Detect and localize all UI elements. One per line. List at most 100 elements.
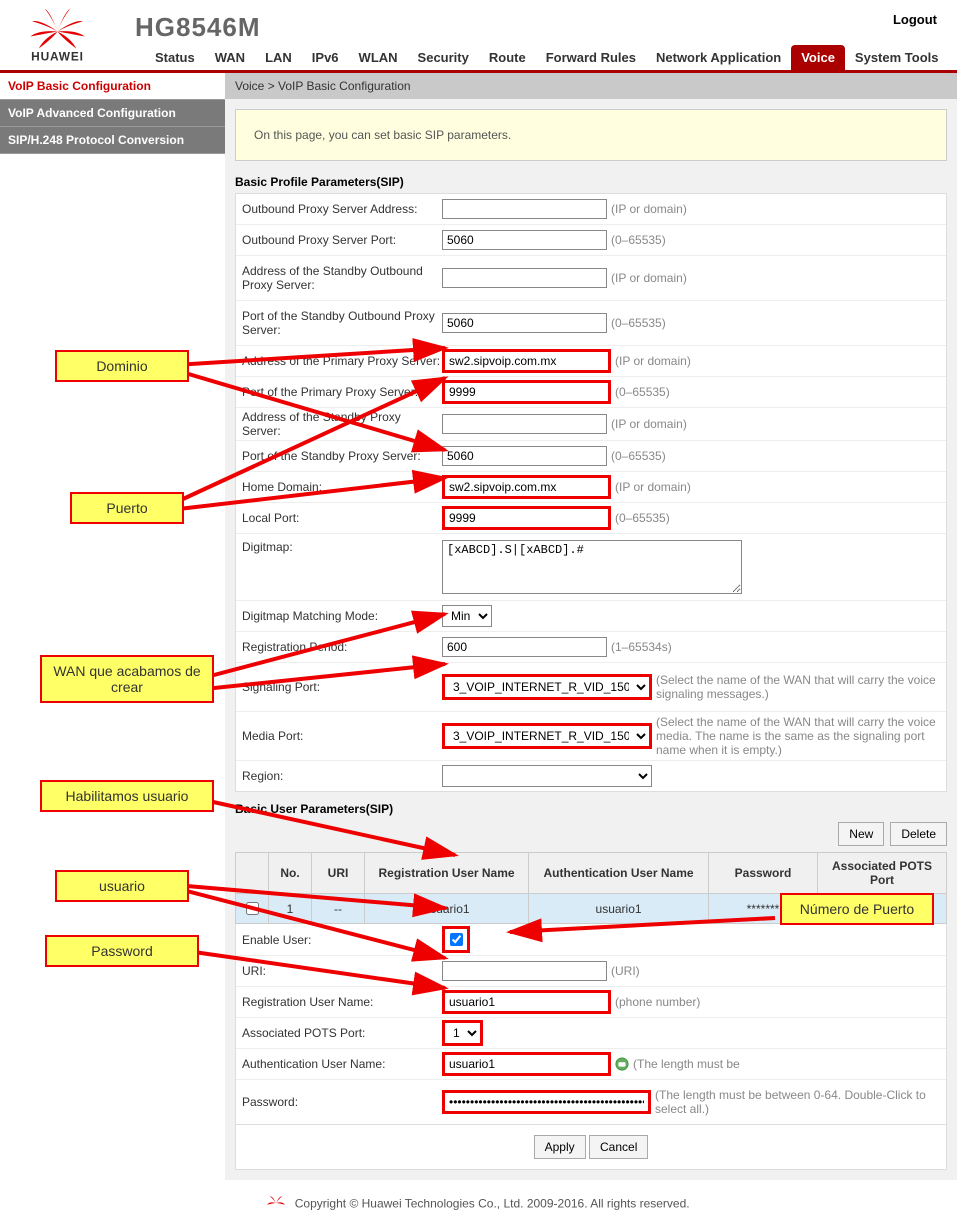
lbl-uri: URI: bbox=[242, 964, 442, 978]
hint-local-port: (0–65535) bbox=[615, 511, 670, 525]
standby-proxy-port-input[interactable] bbox=[442, 446, 607, 466]
home-domain-input[interactable] bbox=[442, 475, 611, 499]
registration-user-name-input[interactable] bbox=[442, 990, 611, 1014]
hint-standby-out-addr: (IP or domain) bbox=[611, 271, 687, 285]
hint-media-port: (Select the name of the WAN that will ca… bbox=[656, 715, 940, 757]
tab-forward-rules[interactable]: Forward Rules bbox=[536, 45, 646, 70]
sidebar-item-voip-advanced[interactable]: VoIP Advanced Configuration bbox=[0, 100, 225, 127]
callout-puerto: Puerto bbox=[70, 492, 184, 524]
hint-primary-port: (0–65535) bbox=[615, 385, 670, 399]
keyboard-icon[interactable] bbox=[615, 1057, 629, 1071]
section-title-profile: Basic Profile Parameters(SIP) bbox=[235, 175, 947, 189]
local-port-input[interactable] bbox=[442, 506, 611, 530]
hint-reg-user: (phone number) bbox=[615, 995, 700, 1009]
brand-text: HUAWEI bbox=[31, 49, 84, 63]
hint-auth-user: (The length must be bbox=[633, 1057, 740, 1071]
delete-button[interactable]: Delete bbox=[890, 822, 947, 846]
cancel-button[interactable]: Cancel bbox=[589, 1135, 648, 1159]
hint-reg-period: (1–65534s) bbox=[611, 640, 672, 654]
signaling-port-select[interactable]: 3_VOIP_INTERNET_R_VID_1503 bbox=[442, 674, 652, 700]
lbl-outbound-port: Outbound Proxy Server Port: bbox=[242, 233, 442, 247]
hint-signaling-port: (Select the name of the WAN that will ca… bbox=[656, 673, 940, 701]
callout-habilitar: Habilitamos usuario bbox=[40, 780, 214, 812]
huawei-logo: HUAWEI bbox=[15, 4, 100, 67]
standby-proxy-address-input[interactable] bbox=[442, 414, 607, 434]
media-port-select[interactable]: 3_VOIP_INTERNET_R_VID_1503 bbox=[442, 723, 652, 749]
tab-wan[interactable]: WAN bbox=[205, 45, 255, 70]
sidebar-item-voip-basic[interactable]: VoIP Basic Configuration bbox=[0, 73, 225, 100]
lbl-standby-out-addr: Address of the Standby Outbound Proxy Se… bbox=[242, 264, 442, 292]
logout-link[interactable]: Logout bbox=[893, 12, 937, 27]
hint-outbound-port: (0–65535) bbox=[611, 233, 666, 247]
hint-primary-addr: (IP or domain) bbox=[615, 354, 691, 368]
sidebar: VoIP Basic Configuration VoIP Advanced C… bbox=[0, 73, 225, 1180]
callout-numero-puerto: Número de Puerto bbox=[780, 893, 934, 925]
callout-password: Password bbox=[45, 935, 199, 967]
lbl-local-port: Local Port: bbox=[242, 511, 442, 525]
tab-status[interactable]: Status bbox=[145, 45, 205, 70]
sidebar-item-sip-h248[interactable]: SIP/H.248 Protocol Conversion bbox=[0, 127, 225, 154]
lbl-standby-out-port: Port of the Standby Outbound Proxy Serve… bbox=[242, 309, 442, 337]
outbound-proxy-port-input[interactable] bbox=[442, 230, 607, 250]
tab-voice[interactable]: Voice bbox=[791, 45, 845, 70]
primary-proxy-port-input[interactable] bbox=[442, 380, 611, 404]
lbl-reg-user: Registration User Name: bbox=[242, 995, 442, 1009]
header: HUAWEI HG8546M Logout Status WAN LAN IPv… bbox=[0, 0, 957, 73]
model-name: HG8546M bbox=[135, 12, 261, 43]
lbl-region: Region: bbox=[242, 769, 442, 783]
th-pwd: Password bbox=[709, 853, 818, 894]
hint-home-domain: (IP or domain) bbox=[615, 480, 691, 494]
tab-system-tools[interactable]: System Tools bbox=[845, 45, 949, 70]
lbl-enable-user: Enable User: bbox=[242, 933, 442, 947]
breadcrumb: Voice > VoIP Basic Configuration bbox=[225, 73, 957, 99]
region-select[interactable] bbox=[442, 765, 652, 787]
primary-proxy-address-input[interactable] bbox=[442, 349, 611, 373]
tab-lan[interactable]: LAN bbox=[255, 45, 302, 70]
registration-period-input[interactable] bbox=[442, 637, 607, 657]
th-uri: URI bbox=[312, 853, 365, 894]
digitmap-mode-select[interactable]: Min bbox=[442, 605, 492, 627]
tab-wlan[interactable]: WLAN bbox=[349, 45, 408, 70]
lbl-media-port: Media Port: bbox=[242, 729, 442, 743]
row-checkbox[interactable] bbox=[246, 902, 259, 915]
section-title-user: Basic User Parameters(SIP) bbox=[235, 802, 947, 816]
standby-outbound-address-input[interactable] bbox=[442, 268, 607, 288]
info-box: On this page, you can set basic SIP para… bbox=[235, 109, 947, 161]
associated-pots-port-select[interactable]: 1 bbox=[442, 1020, 483, 1046]
th-reg: Registration User Name bbox=[365, 853, 529, 894]
hint-password: (The length must be between 0-64. Double… bbox=[655, 1088, 940, 1116]
footer-text: Copyright © Huawei Technologies Co., Ltd… bbox=[295, 1197, 690, 1211]
callout-usuario: usuario bbox=[55, 870, 189, 902]
tab-network-application[interactable]: Network Application bbox=[646, 45, 791, 70]
cell-auth: usuario1 bbox=[529, 894, 709, 924]
new-button[interactable]: New bbox=[838, 822, 884, 846]
digitmap-textarea[interactable]: [xABCD].S|[xABCD].# bbox=[442, 540, 742, 594]
uri-input[interactable] bbox=[442, 961, 607, 981]
authentication-user-name-input[interactable] bbox=[442, 1052, 611, 1076]
main-content: Voice > VoIP Basic Configuration On this… bbox=[225, 73, 957, 1180]
th-auth: Authentication User Name bbox=[529, 853, 709, 894]
th-port: Associated POTS Port bbox=[818, 853, 947, 894]
callout-wan: WAN que acabamos de crear bbox=[40, 655, 214, 703]
enable-user-checkbox[interactable] bbox=[450, 933, 463, 946]
hint-standby-proxy-port: (0–65535) bbox=[611, 449, 666, 463]
hint-standby-proxy-addr: (IP or domain) bbox=[611, 417, 687, 431]
tab-route[interactable]: Route bbox=[479, 45, 536, 70]
hint-outbound-addr: (IP or domain) bbox=[611, 202, 687, 216]
th-no: No. bbox=[269, 853, 312, 894]
hint-standby-out-port: (0–65535) bbox=[611, 316, 666, 330]
apply-button[interactable]: Apply bbox=[534, 1135, 586, 1159]
th-check bbox=[236, 853, 269, 894]
tab-security[interactable]: Security bbox=[408, 45, 479, 70]
footer-logo-icon bbox=[267, 1196, 285, 1213]
lbl-signaling-port: Signaling Port: bbox=[242, 680, 442, 694]
lbl-primary-addr: Address of the Primary Proxy Server: bbox=[242, 354, 442, 368]
lbl-auth-user: Authentication User Name: bbox=[242, 1057, 442, 1071]
standby-outbound-port-input[interactable] bbox=[442, 313, 607, 333]
lbl-outbound-addr: Outbound Proxy Server Address: bbox=[242, 202, 442, 216]
cell-reg: usuario1 bbox=[365, 894, 529, 924]
tab-ipv6[interactable]: IPv6 bbox=[302, 45, 349, 70]
lbl-pots-port: Associated POTS Port: bbox=[242, 1026, 442, 1040]
outbound-proxy-address-input[interactable] bbox=[442, 199, 607, 219]
lbl-digitmap: Digitmap: bbox=[242, 540, 442, 554]
